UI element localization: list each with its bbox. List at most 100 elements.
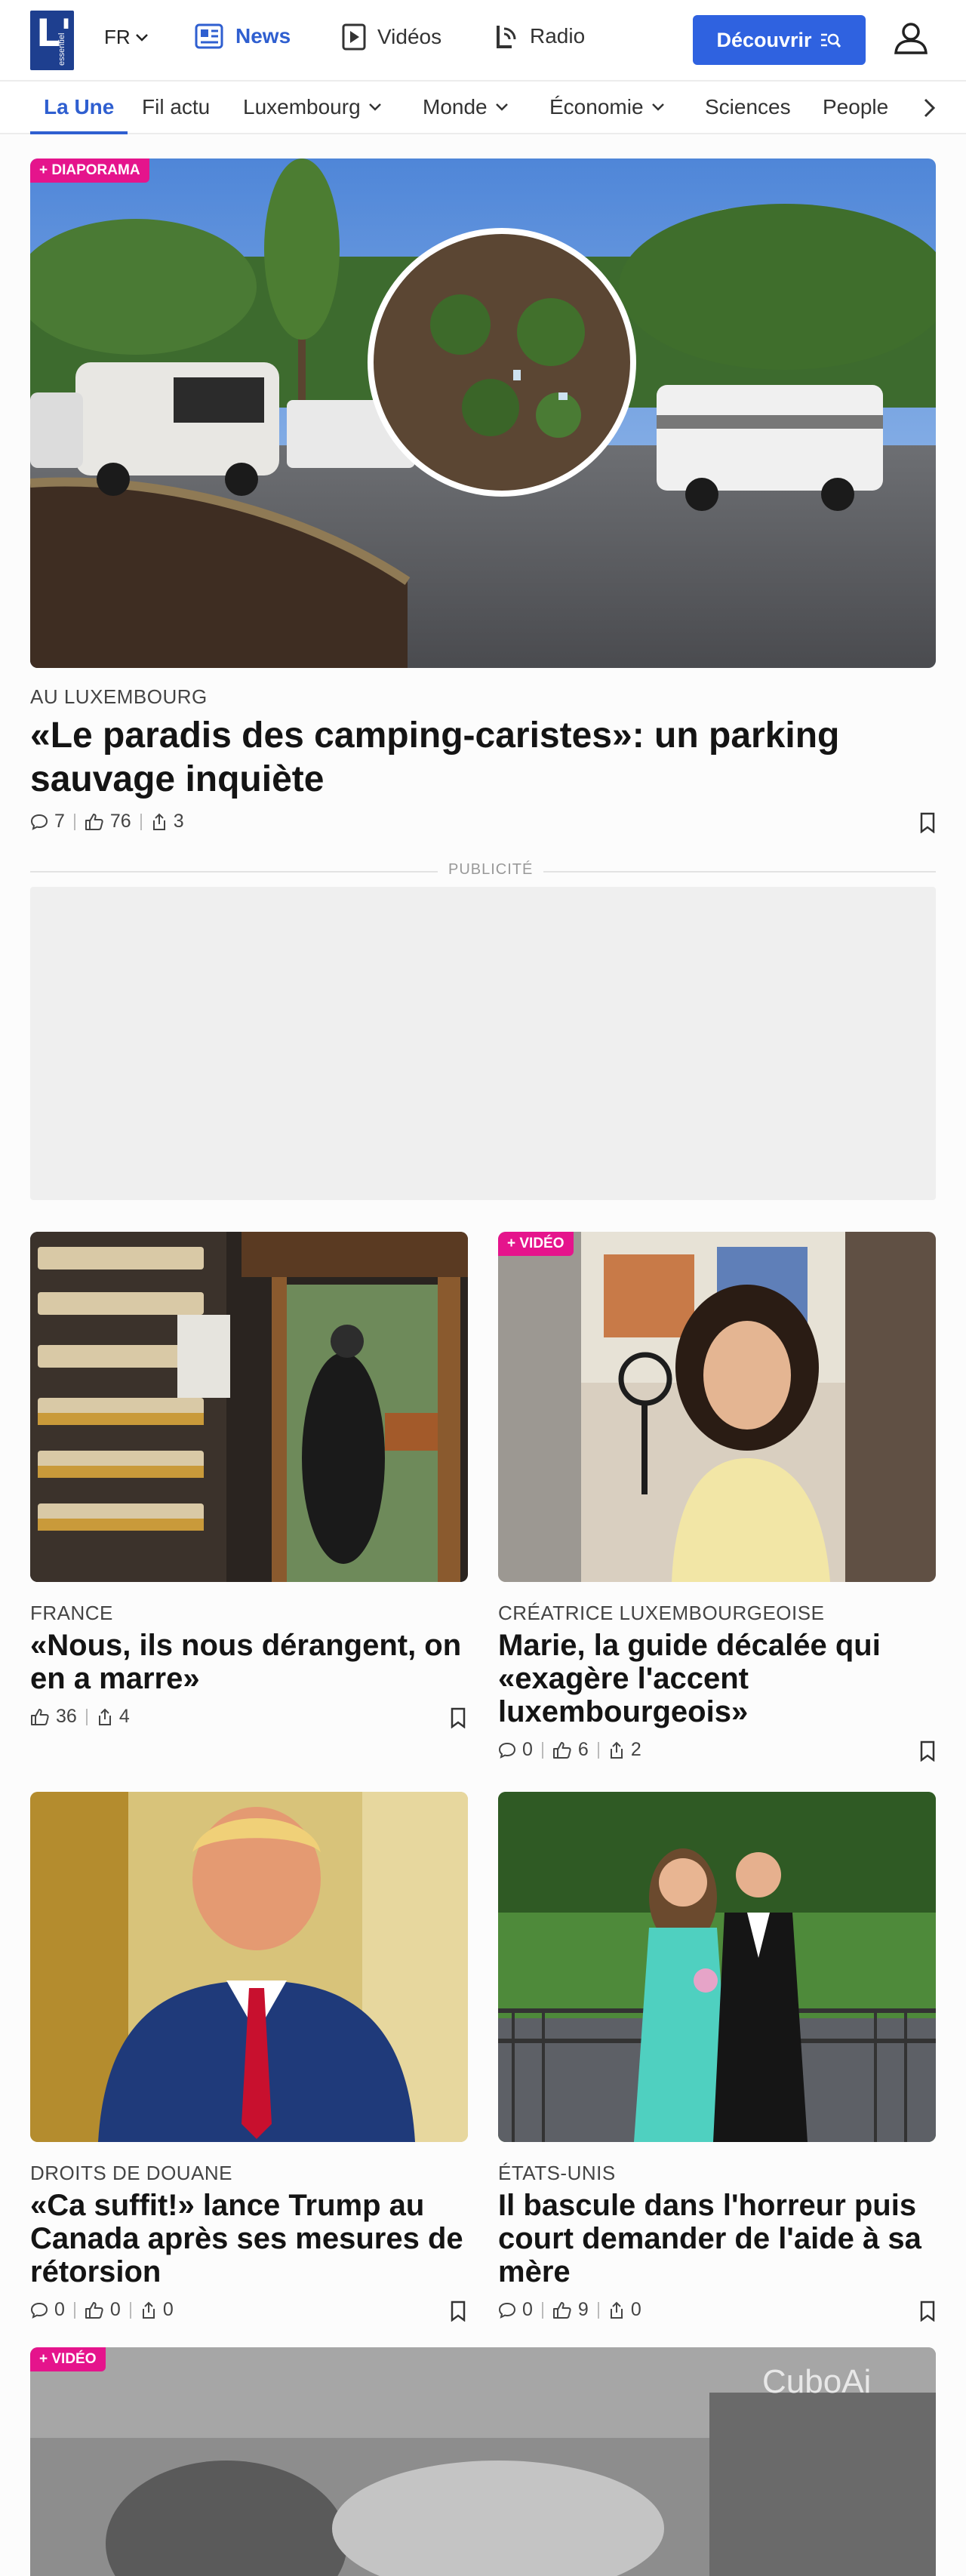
article-kicker: DROITS DE DOUANE [30,2162,233,2184]
chevron-right-icon[interactable] [918,97,940,119]
divider [140,813,142,830]
comments-count[interactable]: 7 [30,811,65,833]
article-image[interactable] [498,1792,936,2142]
article-image[interactable]: + VIDÉO [498,1232,936,1582]
comment-icon [30,2302,48,2319]
hero-title[interactable]: «Le paradis des camping-caristes»: un pa… [30,714,921,802]
shares-count[interactable]: 0 [608,2299,641,2321]
nav-videos[interactable]: Vidéos [341,23,441,51]
tab-people[interactable]: People [823,95,888,119]
tab-luxembourg[interactable]: Luxembourg [243,95,382,119]
ad-label: PUBLICITÉ [438,861,544,879]
video-badge: + VIDÉO [498,1232,574,1256]
likes-count[interactable]: 6 [552,1739,589,1761]
nav-news[interactable]: News [195,23,291,50]
search-icon [820,33,841,48]
article-title-line: «Nous, ils nous dérangent, on [30,1629,462,1662]
chevron-down-icon [651,103,664,111]
hero-title-line: «Le paradis des camping-caristes»: un pa… [30,716,840,756]
tab-sciences[interactable]: Sciences [705,95,791,119]
article-title[interactable]: «Nous, ils nous dérangent, on en a marre… [30,1629,468,1695]
likes-count[interactable]: 0 [85,2299,121,2321]
article-meta: 0 6 2 [498,1739,641,1761]
nav-radio-label: Radio [530,24,586,48]
shares-count[interactable]: 2 [608,1739,641,1761]
hero-kicker: AU LUXEMBOURG [30,685,208,708]
hero-meta: 7 76 3 [30,811,184,833]
article-title-line: Il bascule dans l'horreur puis [498,2189,917,2222]
thumbs-up-icon [552,1741,571,1759]
divider [73,813,75,830]
video-badge: + VIDÉO [30,2347,106,2371]
discover-label: Découvrir [716,28,812,51]
shares-count[interactable]: 3 [151,811,184,833]
bookmark-icon[interactable] [919,1740,936,1762]
likes-count[interactable]: 9 [552,2299,589,2321]
section-nav: La Une Fil actu Luxembourg Monde Économi… [0,82,966,134]
watermark-text: CuboAi [762,2363,871,2400]
hero-image[interactable]: + DIAPORAMA [30,158,936,668]
article-title[interactable]: Marie, la guide décalée qui «exagère l'a… [498,1629,936,1728]
article-photo [30,1232,468,1582]
share-icon [142,2301,155,2319]
ad-placeholder[interactable] [30,887,936,1200]
shares-count[interactable]: 0 [140,2299,174,2321]
bookmark-icon[interactable] [450,1707,466,1728]
article-kicker: FRANCE [30,1602,113,1624]
article-title-line: «exagère l'accent [498,1662,749,1695]
article-image[interactable]: CuboAi + VIDÉO [30,2347,936,2576]
hero-title-line: sauvage inquiète [30,759,325,799]
slideshow-badge: + DIAPORAMA [30,158,149,183]
divider [129,2301,131,2319]
article-photo [498,1232,936,1582]
radio-icon [497,26,516,48]
share-icon [610,2301,623,2319]
divider [597,2301,599,2319]
likes-count[interactable]: 36 [30,1706,77,1728]
tab-economie[interactable]: Économie [549,95,665,119]
comments-count[interactable]: 0 [498,1739,533,1761]
bookmark-icon[interactable] [919,2301,936,2322]
thumbs-up-icon [85,2301,103,2319]
tab-la-une[interactable]: La Une [29,95,128,134]
tab-fil-actu[interactable]: Fil actu [142,95,210,119]
bookmark-icon[interactable] [450,2301,466,2322]
bookmark-icon[interactable] [919,812,936,833]
article-title-line: Canada après ses mesures de [30,2222,463,2255]
thumbs-up-icon [85,813,103,830]
site-logo[interactable]: L' essentiel [30,11,74,70]
article-meta: 0 9 0 [498,2299,641,2321]
article-title[interactable]: «Ca suffit!» lance Trump au Canada après… [30,2189,468,2288]
article-title-line: court demander de l'aide à sa [498,2222,921,2255]
language-selector[interactable]: FR [104,26,149,49]
article-title[interactable]: Il bascule dans l'horreur puis court dem… [498,2189,936,2288]
hero-photo [30,158,936,668]
article-image[interactable] [30,1792,468,2142]
comments-count[interactable]: 0 [498,2299,533,2321]
article-title-line: rétorsion [30,2255,162,2288]
nav-videos-label: Vidéos [377,25,442,48]
article-meta: 0 0 0 [30,2299,174,2321]
nav-news-label: News [235,24,291,48]
likes-count[interactable]: 76 [85,811,131,833]
comments-count[interactable]: 0 [30,2299,65,2321]
shares-count[interactable]: 4 [97,1706,130,1728]
article-photo [498,1792,936,2142]
nav-radio[interactable]: Radio [494,23,585,50]
article-photo [30,1792,468,2142]
divider [541,1741,543,1759]
article-title-line: Marie, la guide décalée qui [498,1629,881,1662]
discover-button[interactable]: Découvrir [693,15,866,65]
top-header: L' essentiel FR News Vidéos Radio Découv… [0,0,966,82]
share-icon [152,813,165,830]
thumbs-up-icon [31,1708,49,1725]
user-icon[interactable] [892,20,930,57]
comment-icon [30,814,48,830]
article-photo: CuboAi [30,2347,936,2576]
tab-monde[interactable]: Monde [423,95,509,119]
article-title-line: en a marre» [30,1662,200,1695]
article-kicker: CRÉATRICE LUXEMBOURGEOISE [498,1602,825,1624]
article-image[interactable] [30,1232,468,1582]
language-label: FR [104,26,131,48]
chevron-down-icon [368,103,381,111]
